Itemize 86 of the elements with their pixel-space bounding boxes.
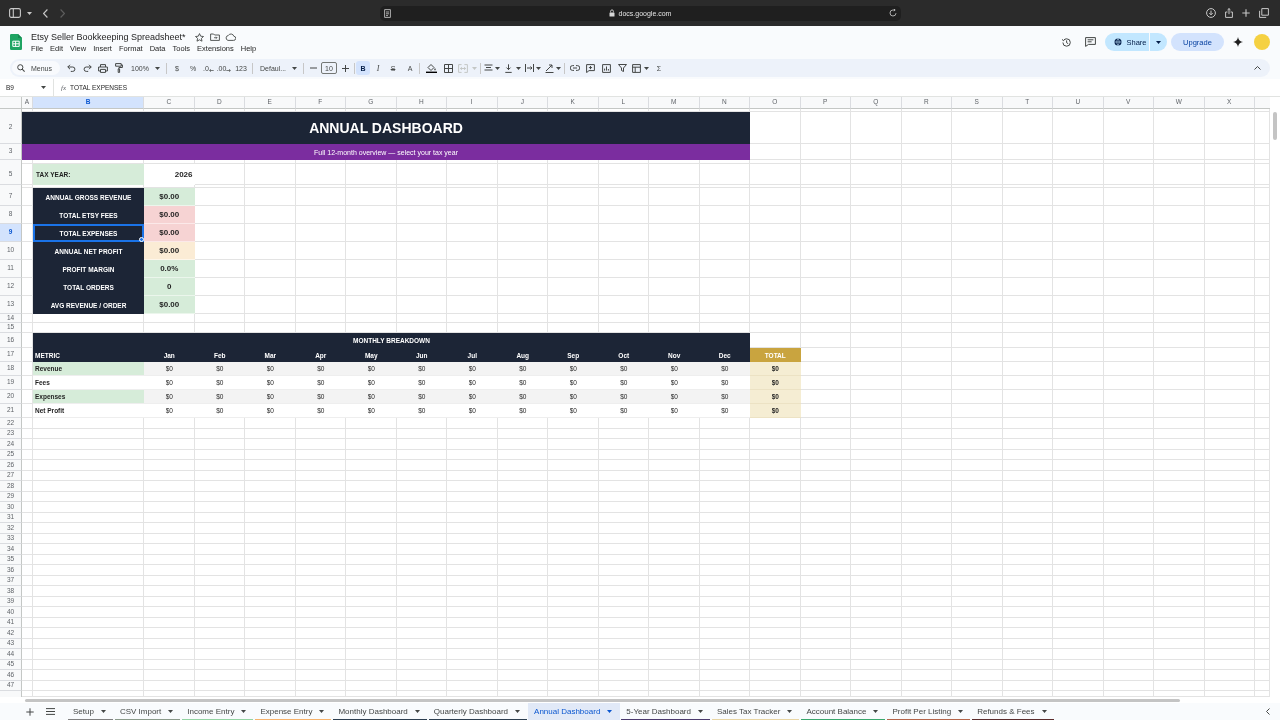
kpi-value: $0.00 <box>144 296 195 314</box>
page-icon[interactable] <box>384 8 391 18</box>
plus-icon[interactable] <box>341 64 349 72</box>
caret-icon <box>168 710 174 713</box>
caret-icon <box>241 710 247 713</box>
all-sheets-icon[interactable] <box>46 708 55 715</box>
align-center-icon[interactable] <box>484 64 493 72</box>
share-icon[interactable] <box>1225 8 1233 18</box>
caret-icon <box>515 710 521 713</box>
spreadsheet-logo-icon[interactable] <box>10 34 22 50</box>
arrow-left-icon <box>208 68 214 72</box>
grid-icon[interactable] <box>443 63 453 73</box>
scrollbar-thumb[interactable] <box>1273 112 1277 140</box>
sheet-tab[interactable]: Account Balance <box>800 703 887 720</box>
chart-icon[interactable] <box>601 63 611 73</box>
caret-icon[interactable] <box>515 66 521 70</box>
undo-icon[interactable] <box>66 64 76 72</box>
chevron-left-icon[interactable] <box>1266 708 1270 715</box>
sheet-tab[interactable]: Refunds & Fees <box>971 703 1055 720</box>
share-options-button[interactable] <box>1149 33 1167 51</box>
dashboard-title: ANNUAL DASHBOARD <box>22 112 750 144</box>
sheet-tab[interactable]: Annual Dashboard <box>528 703 621 720</box>
caret-icon <box>1041 710 1047 713</box>
star-icon[interactable] <box>194 32 204 42</box>
tax-year-value: 2026 <box>144 164 195 185</box>
kpi-value: 0 <box>144 278 195 296</box>
sheet-tab[interactable]: Expense Entry <box>254 703 333 720</box>
link-icon[interactable] <box>569 65 580 71</box>
sheet-tab[interactable]: CSV Import <box>113 703 182 720</box>
tabs-icon[interactable] <box>1259 8 1269 18</box>
add-sheet-icon[interactable] <box>26 707 34 716</box>
paint-bucket-icon[interactable] <box>425 63 437 73</box>
caret-icon[interactable] <box>536 66 541 70</box>
caret-icon <box>787 710 793 713</box>
sheet-tab[interactable]: Sales Tax Tracker <box>711 703 801 720</box>
add-comment-icon[interactable] <box>585 63 595 73</box>
lock-icon <box>608 9 615 17</box>
reload-icon[interactable] <box>889 9 897 17</box>
sheet-tab[interactable]: 5-Year Dashboard <box>620 703 711 720</box>
caret-icon <box>154 66 160 70</box>
sheet-tab[interactable]: Setup <box>67 703 114 720</box>
redo-icon[interactable] <box>82 64 92 72</box>
sidebar-icon[interactable] <box>9 8 21 18</box>
kpi-value: $0.00 <box>144 188 195 206</box>
caret-icon <box>41 86 46 89</box>
caret-icon <box>1155 40 1161 44</box>
caret-icon[interactable] <box>555 66 561 70</box>
arrow-down-to-line-icon[interactable] <box>504 63 512 73</box>
sheet-tab[interactable]: Quarterly Dashboard <box>427 703 529 720</box>
table-layout-icon[interactable] <box>631 63 641 73</box>
kpi-value: 0.0% <box>144 260 195 278</box>
cloud-icon[interactable] <box>224 33 236 41</box>
kpi-value: $0.00 <box>144 242 195 260</box>
caret-icon[interactable] <box>27 11 32 15</box>
sheet-tab[interactable]: Income Entry <box>181 703 255 720</box>
italic-button[interactable]: I <box>370 61 386 75</box>
arrow-between-bars-icon[interactable] <box>524 64 534 72</box>
caret-icon[interactable] <box>495 66 500 70</box>
paint-roller-icon[interactable] <box>115 63 123 73</box>
globe-icon <box>1114 38 1122 46</box>
download-icon[interactable] <box>1206 8 1216 18</box>
comment-icon[interactable] <box>1085 37 1096 47</box>
document-title[interactable]: Etsy Seller Bookkeeping Spreadsheet* <box>31 32 186 42</box>
sheet-tab[interactable]: Profit Per Listing <box>886 703 972 720</box>
caret-icon[interactable] <box>643 66 649 70</box>
kpi-value: $0.00 <box>144 206 195 224</box>
back-icon[interactable] <box>43 8 48 18</box>
history-icon[interactable] <box>1061 36 1072 48</box>
arrow-right-icon <box>226 68 232 72</box>
diagonal-arrow-icon[interactable] <box>544 63 554 73</box>
kpi-value: $0.00 <box>144 224 195 242</box>
print-icon[interactable] <box>98 63 108 73</box>
caret-icon <box>698 710 703 713</box>
caret-icon <box>100 710 106 713</box>
caret-icon <box>607 710 613 713</box>
sparkle-icon[interactable] <box>1233 37 1243 47</box>
sheet-tab[interactable]: Monthly Dashboard <box>332 703 428 720</box>
search-icon <box>17 64 25 72</box>
caret-icon <box>414 710 420 713</box>
folder-icon[interactable] <box>209 33 220 41</box>
caret-icon <box>292 66 297 70</box>
caret-icon <box>319 710 325 713</box>
caret-icon <box>873 710 879 713</box>
filter-icon[interactable] <box>617 64 627 72</box>
caret-up-icon[interactable] <box>1253 66 1261 70</box>
caret-icon <box>958 710 964 713</box>
